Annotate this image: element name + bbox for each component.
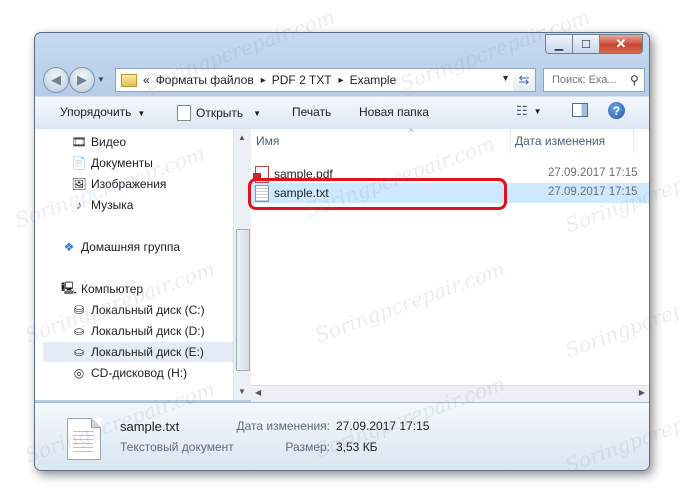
folder-icon — [121, 73, 137, 87]
search-input[interactable] — [550, 73, 630, 87]
preview-pane-button[interactable] — [572, 103, 588, 120]
organize-label: Упорядочить — [60, 105, 132, 119]
recent-pages-dropdown[interactable]: ▼ — [97, 75, 105, 84]
print-button[interactable]: Печать — [292, 105, 331, 119]
file-date: 27.09.2017 17:15 — [548, 167, 638, 179]
search-box[interactable]: ⚲ — [543, 68, 645, 92]
column-divider[interactable] — [633, 129, 634, 153]
nav-item-cd-drive[interactable]: ◎ CD-дисковод (H:) — [71, 363, 187, 383]
main-content: 🎞 Видео 📄 Документы 🖼 Изображения ♪ Музыка ❖… — [35, 127, 649, 400]
back-button[interactable]: ◀ — [43, 67, 69, 93]
nav-label: Музыка — [91, 198, 134, 212]
computer-icon: 🖳 — [61, 280, 78, 295]
nav-item-drive-e[interactable]: ⛀ Локальный диск (E:) — [43, 342, 233, 362]
nav-item-drive-c[interactable]: ⛁ Локальный диск (C:) — [71, 300, 205, 320]
document-icon: 📄 — [71, 156, 87, 170]
nav-item-music[interactable]: ♪ Музыка — [71, 195, 133, 215]
navigation-bar: ◀ ▶ ▼ « Форматы файлов ▸ PDF 2 TXT ▸ Exa… — [43, 67, 645, 93]
scrollbar-thumb[interactable] — [236, 229, 250, 371]
explorer-window: ▁ ☐ ✕ ◀ ▶ ▼ « Форматы файлов ▸ PDF 2 TXT… — [34, 32, 650, 471]
scroll-down-arrow-icon[interactable]: ▼ — [238, 387, 246, 396]
highlight-annotation — [248, 178, 507, 210]
details-size-value: 3,53 КБ — [336, 440, 378, 454]
chevron-down-icon: ▼ — [533, 106, 542, 116]
text-document-icon — [67, 418, 101, 460]
open-file-icon — [177, 105, 191, 121]
open-button[interactable]: Открыть ▼ — [177, 105, 261, 121]
scroll-right-arrow-icon[interactable]: ▶ — [639, 388, 645, 397]
nav-item-pictures[interactable]: 🖼 Изображения — [71, 174, 166, 194]
view-options-button[interactable]: ☷ ▼ — [516, 103, 542, 119]
organize-button[interactable]: Упорядочить ▼ — [60, 105, 145, 119]
address-bar[interactable]: « Форматы файлов ▸ PDF 2 TXT ▸ Example ▼ — [115, 68, 515, 92]
chevron-down-icon: ▼ — [137, 109, 146, 118]
search-icon: ⚲ — [630, 73, 639, 87]
preview-pane-icon — [572, 103, 588, 117]
nav-label: CD-дисковод (H:) — [91, 366, 188, 380]
breadcrumb-separator-icon[interactable]: ▸ — [339, 75, 344, 86]
details-modified-label: Дата изменения: — [236, 419, 331, 433]
column-header-date[interactable]: Дата изменения — [515, 129, 605, 153]
breadcrumb-segment[interactable]: Форматы файлов — [156, 73, 254, 87]
details-filename: sample.txt — [120, 419, 180, 434]
nav-label: Локальный диск (C:) — [91, 303, 205, 317]
command-bar: Упорядочить ▼ Открыть ▼ Печать Новая папка… — [35, 96, 649, 130]
refresh-button[interactable]: ⇆ — [513, 68, 536, 92]
hard-drive-icon: ⛀ — [73, 345, 85, 359]
new-folder-button[interactable]: Новая папка — [359, 105, 429, 119]
details-modified-value: 27.09.2017 17:15 — [336, 419, 430, 433]
refresh-icon: ⇆ — [518, 72, 530, 87]
nav-label: Локальный диск (E:) — [91, 345, 204, 359]
sort-ascending-icon: ^ — [409, 127, 414, 137]
address-overflow-chevron[interactable]: « — [143, 73, 150, 87]
cd-drive-icon: ◎ — [73, 366, 85, 380]
picture-icon: 🖼 — [71, 177, 87, 191]
maximize-button[interactable]: ☐ — [572, 34, 599, 54]
close-button[interactable]: ✕ — [599, 34, 643, 54]
navigation-pane: 🎞 Видео 📄 Документы 🖼 Изображения ♪ Музыка ❖… — [35, 129, 233, 400]
breadcrumb-separator-icon[interactable]: ▸ — [261, 75, 266, 86]
scroll-up-arrow-icon[interactable]: ▲ — [238, 133, 246, 142]
music-note-icon: ♪ — [76, 198, 82, 212]
homegroup-icon: ❖ — [63, 240, 75, 254]
nav-scrollbar[interactable]: ▲ ▼ — [233, 129, 251, 400]
file-list-scrollbar[interactable]: ◀ ▶ — [251, 385, 649, 403]
nav-label: Документы — [91, 156, 153, 170]
caption-buttons: ▁ ☐ ✕ — [545, 34, 643, 54]
film-icon: 🎞 — [71, 135, 87, 149]
nav-label: Домашняя группа — [81, 240, 181, 254]
back-arrow-icon: ◀ — [51, 72, 61, 87]
hard-drive-icon: ⛀ — [73, 324, 85, 338]
address-history-dropdown[interactable]: ▼ — [501, 73, 510, 83]
details-size-label: Размер: — [285, 440, 330, 454]
minimize-button[interactable]: ▁ — [545, 34, 572, 54]
nav-label: Видео — [91, 135, 127, 149]
nav-item-drive-d[interactable]: ⛀ Локальный диск (D:) — [71, 321, 205, 341]
breadcrumb-segment[interactable]: Example — [350, 73, 397, 87]
chevron-down-icon: ▼ — [253, 108, 262, 118]
nav-item-computer[interactable]: 🖳 Компьютер — [61, 279, 143, 299]
help-button[interactable]: ? — [608, 102, 625, 119]
nav-item-video[interactable]: 🎞 Видео — [71, 132, 126, 152]
breadcrumb-segment[interactable]: PDF 2 TXT — [272, 73, 332, 87]
details-pane: sample.txt Текстовый документ Дата измен… — [35, 402, 649, 470]
file-date: 27.09.2017 17:15 — [548, 186, 638, 198]
forward-arrow-icon: ▶ — [77, 72, 87, 87]
nav-item-homegroup[interactable]: ❖ Домашняя группа — [61, 237, 180, 257]
open-label: Открыть — [196, 106, 244, 120]
nav-label: Локальный диск (D:) — [91, 324, 205, 338]
column-header-name[interactable]: Имя — [256, 129, 279, 153]
scroll-left-arrow-icon[interactable]: ◀ — [255, 388, 261, 397]
nav-label: Изображения — [91, 177, 167, 191]
nav-label: Компьютер — [81, 282, 144, 296]
view-icon: ☷ — [516, 103, 528, 118]
forward-button[interactable]: ▶ — [69, 67, 95, 93]
system-drive-icon: ⛁ — [73, 303, 85, 317]
column-divider[interactable] — [510, 129, 511, 153]
nav-item-documents[interactable]: 📄 Документы — [71, 153, 153, 173]
file-list: Имя ^ Дата изменения sample.pdf 27.09.20… — [251, 127, 649, 400]
help-icon: ? — [608, 102, 625, 119]
